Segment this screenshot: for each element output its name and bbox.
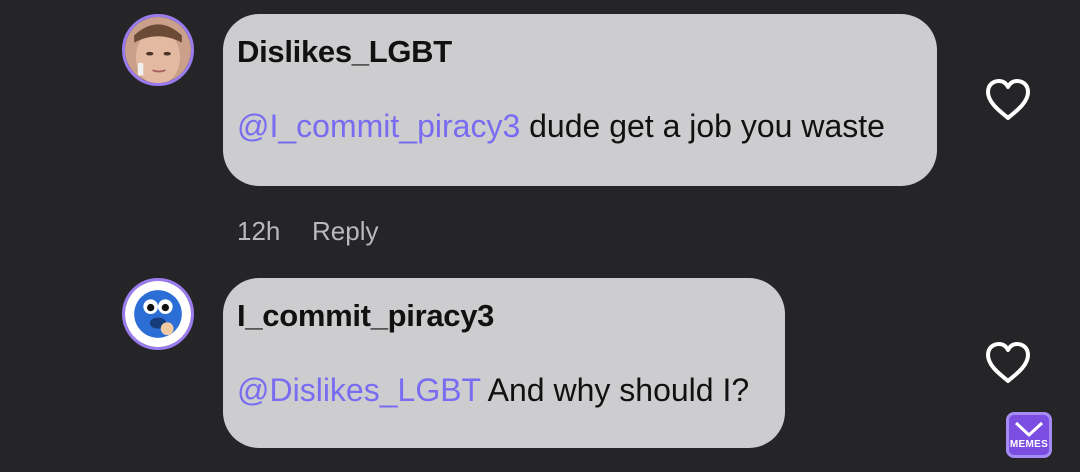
comment-body-text: dude get a job you waste [520, 108, 885, 144]
like-button[interactable] [984, 78, 1032, 122]
avatar-i-commit-piracy3[interactable] [122, 278, 194, 350]
memes-watermark-text: MEMES [1009, 439, 1049, 450]
comment-mention[interactable]: @I_commit_piracy3 [237, 108, 520, 144]
comment-bubble: Dislikes_LGBT @I_commit_piracy3 dude get… [223, 14, 937, 186]
avatar-dislikes-lgbt[interactable] [122, 14, 194, 86]
comment-body-text: And why should I? [480, 372, 750, 408]
comment-mention[interactable]: @Dislikes_LGBT [237, 372, 481, 408]
avatar-photo-image [125, 17, 191, 83]
reply-button[interactable]: Reply [312, 216, 378, 247]
heart-outline-icon [986, 342, 1030, 383]
memes-watermark-logo: MEMES [1006, 412, 1052, 458]
heart-outline-icon [986, 79, 1030, 120]
comment-username[interactable]: I_commit_piracy3 [237, 298, 494, 334]
comment-bubble: I_commit_piracy3 @Dislikes_LGBT And why … [223, 278, 785, 448]
like-button[interactable] [984, 341, 1032, 385]
comment-text: @Dislikes_LGBT And why should I? [237, 372, 749, 409]
comment-timestamp: 12h [237, 216, 281, 246]
avatar-blue-emoji-image [125, 281, 191, 347]
comment-text: @I_commit_piracy3 dude get a job you was… [237, 108, 885, 145]
comment-username[interactable]: Dislikes_LGBT [237, 34, 452, 70]
